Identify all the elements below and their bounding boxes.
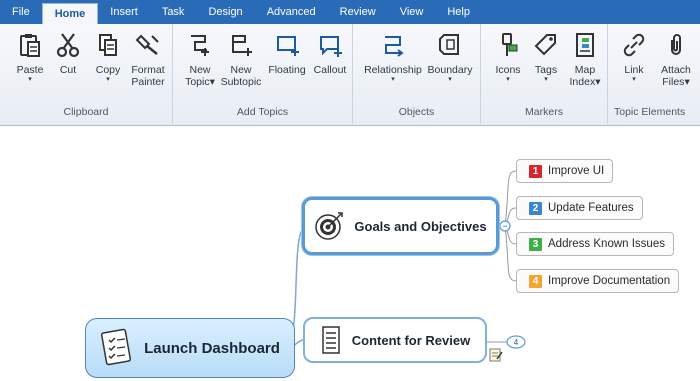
relationship-button[interactable]: Relationship ▾ <box>363 32 423 84</box>
new-topic-icon <box>191 35 209 56</box>
paperclip-icon <box>671 34 681 55</box>
relationship-caret: ▾ <box>391 76 395 83</box>
objects-group: Relationship ▾ Boundary ▾ Objects <box>353 24 481 124</box>
subtopic-label: Address Known Issues <box>548 238 665 250</box>
topic-elements-group: Link ▾ Attach Files▾ Topic Elements <box>608 24 700 124</box>
add-topics-group-label: Add Topics <box>236 106 289 118</box>
clipboard-group: Paste ▾ Cut Copy ▾ Format Painter Clipbo… <box>0 24 173 124</box>
tab-review[interactable]: Review <box>328 0 388 24</box>
new-subtopic-icon <box>232 35 252 56</box>
tab-view[interactable]: View <box>388 0 436 24</box>
central-topic[interactable]: Launch Dashboard <box>85 318 295 378</box>
content-topic[interactable]: Content for Review <box>303 317 487 363</box>
format-painter-label-2: Painter <box>131 76 165 88</box>
markers-group: Icons ▾ Tags ▾ Map Index▾ Markers <box>481 24 608 124</box>
tab-insert[interactable]: Insert <box>98 0 150 24</box>
boundary-caret: ▾ <box>448 76 452 83</box>
callout-icon <box>320 36 342 57</box>
attach-files-label-1: Attach <box>661 64 691 76</box>
ribbon: Paste ▾ Cut Copy ▾ Format Painter Clipbo… <box>0 24 700 126</box>
priority-3-icon: 3 <box>529 237 542 251</box>
callout-label: Callout <box>313 64 347 76</box>
subtopic-improve-ui[interactable]: 1 Improve UI <box>516 159 614 183</box>
objects-group-label: Objects <box>398 106 435 118</box>
tab-help[interactable]: Help <box>435 0 482 24</box>
content-topic-label: Content for Review <box>351 332 471 348</box>
goals-topic-label: Goals and Objectives <box>354 218 487 234</box>
mindmap-app: File Home Insert Task Design Advanced Re… <box>0 0 700 381</box>
target-icon <box>315 212 344 240</box>
boundary-button[interactable]: Boundary ▾ <box>420 32 480 84</box>
tab-file[interactable]: File <box>0 0 42 24</box>
priority-1-icon: 1 <box>529 164 542 178</box>
relationship-icon <box>385 36 404 57</box>
content-count-text: 4 <box>514 338 519 347</box>
markers-group-label: Markers <box>525 106 563 118</box>
map-index-icon <box>576 33 594 57</box>
new-subtopic-label-2: Subtopic <box>220 76 262 88</box>
subtopic-label: Improve UI <box>548 165 605 177</box>
tab-advanced[interactable]: Advanced <box>255 0 328 24</box>
subtopic-address-known-issues[interactable]: 3 Address Known Issues <box>516 232 674 256</box>
floating-topic-icon <box>277 36 299 56</box>
boundary-label: Boundary <box>427 64 473 76</box>
central-topic-label: Launch Dashboard <box>144 339 280 357</box>
format-painter-button[interactable]: Format Painter <box>118 32 178 88</box>
callout-button[interactable]: Callout <box>300 32 360 76</box>
boundary-icon <box>439 34 459 55</box>
priority-4-icon: 4 <box>529 274 542 288</box>
menu-bar: File Home Insert Task Design Advanced Re… <box>0 0 700 24</box>
add-topics-group: New Topic▾ New Subtopic Floating Callout… <box>173 24 353 124</box>
clipboard-group-label: Clipboard <box>63 106 109 118</box>
attach-files-button[interactable]: Attach Files▾ <box>646 32 700 88</box>
connector-subtopic-4 <box>504 225 517 282</box>
paste-caret: ▾ <box>28 76 32 83</box>
topic-elements-group-label: Topic Elements <box>614 106 686 118</box>
document-list-icon <box>322 326 340 354</box>
connector-subtopic-1 <box>504 170 517 227</box>
subtopic-label: Update Features <box>548 202 634 214</box>
goals-topic[interactable]: Goals and Objectives <box>302 197 499 255</box>
tab-home[interactable]: Home <box>41 3 99 24</box>
tab-design[interactable]: Design <box>196 0 254 24</box>
format-painter-label-1: Format <box>131 64 165 76</box>
relationship-label: Relationship <box>364 64 422 76</box>
priority-2-icon: 2 <box>529 201 542 215</box>
subtopic-label: Improve Documentation <box>548 275 671 287</box>
note-icon[interactable] <box>489 347 503 363</box>
collapse-symbol: − <box>502 221 507 231</box>
mindmap-canvas[interactable]: − 4 Launch Dashboard Goals and Objective… <box>0 126 700 381</box>
link-icon <box>623 33 645 57</box>
checklist-icon <box>101 328 132 366</box>
attach-files-label-2: Files▾ <box>662 76 690 88</box>
format-painter-icon <box>135 34 159 55</box>
tab-task[interactable]: Task <box>150 0 197 24</box>
subtopic-improve-documentation[interactable]: 4 Improve Documentation <box>516 269 680 293</box>
subtopic-update-features[interactable]: 2 Update Features <box>516 196 643 220</box>
